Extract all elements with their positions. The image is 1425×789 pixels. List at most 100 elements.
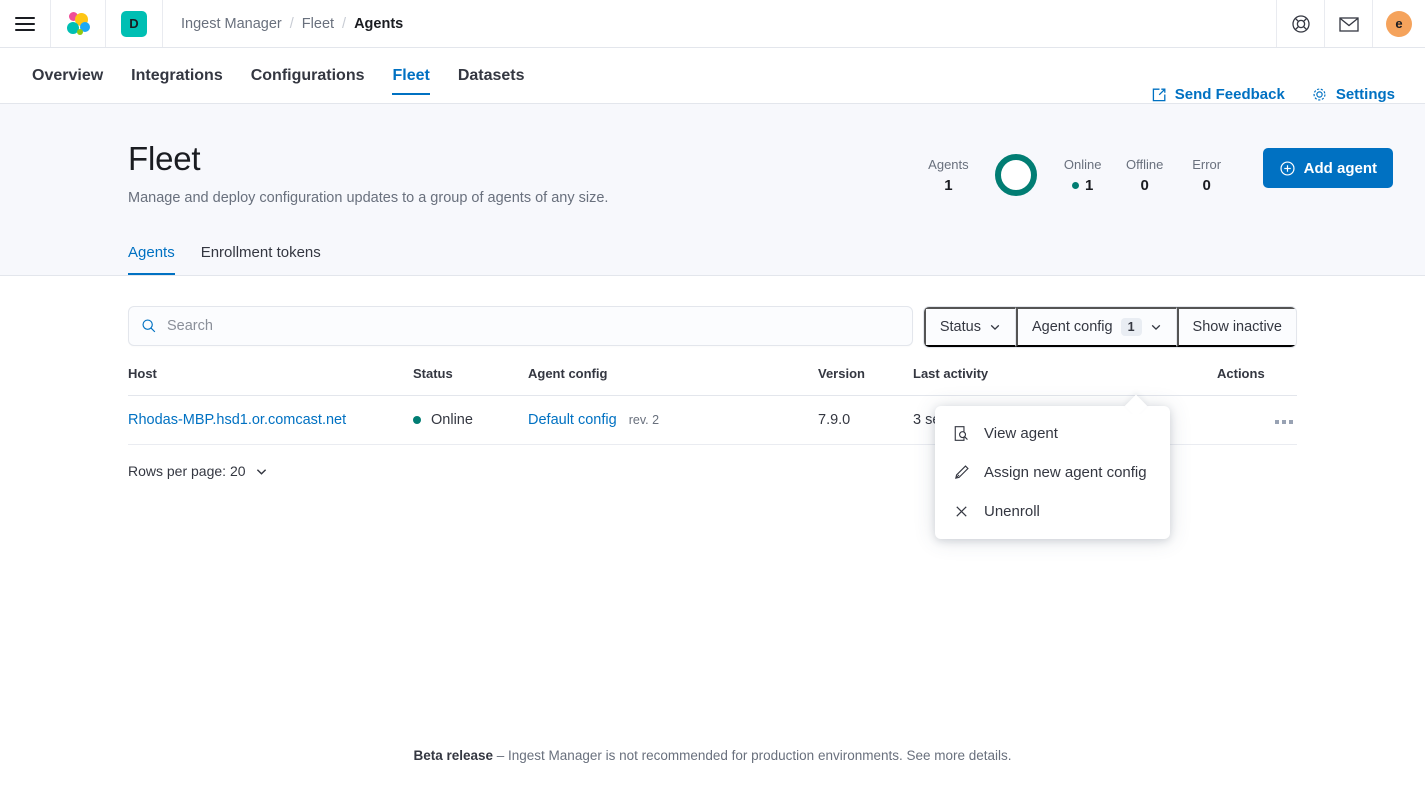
breadcrumb-item-fleet[interactable]: Fleet	[302, 16, 334, 32]
online-dot-icon	[1072, 182, 1079, 189]
page-subtabs: Agents Enrollment tokens	[32, 244, 1393, 275]
tab-integrations[interactable]: Integrations	[131, 48, 223, 103]
subtab-enrollment-tokens[interactable]: Enrollment tokens	[201, 244, 321, 275]
cell-version: 7.9.0	[818, 396, 913, 445]
chevron-down-icon	[255, 465, 268, 478]
menu-item-view-agent[interactable]: View agent	[935, 414, 1170, 453]
page-subtitle: Manage and deploy configuration updates …	[128, 190, 928, 206]
menu-item-label: Unenroll	[984, 503, 1040, 520]
page-header-top: Fleet Manage and deploy configuration up…	[32, 140, 1393, 206]
stat-offline-label: Offline	[1125, 157, 1165, 172]
cell-host: Rhodas-MBP.hsd1.or.comcast.net	[128, 396, 413, 445]
add-agent-button[interactable]: Add agent	[1263, 148, 1393, 188]
search-input[interactable]: Search	[128, 306, 913, 346]
stat-error-value: 0	[1187, 177, 1227, 194]
add-agent-label: Add agent	[1304, 160, 1377, 177]
mail-envelope-icon	[1339, 16, 1359, 32]
page-title: Fleet	[128, 140, 928, 178]
column-header-host[interactable]: Host	[128, 366, 413, 396]
tab-configurations[interactable]: Configurations	[251, 48, 365, 103]
row-actions-button[interactable]	[1271, 416, 1297, 428]
show-inactive-button[interactable]: Show inactive	[1177, 307, 1296, 347]
breadcrumb-separator: /	[342, 16, 346, 32]
stat-online-number: 1	[1085, 177, 1093, 194]
cell-actions	[1217, 396, 1297, 445]
stat-agents-label: Agents	[928, 157, 968, 172]
breadcrumb-item-ingest-manager[interactable]: Ingest Manager	[181, 16, 282, 32]
user-menu-button[interactable]: e	[1373, 0, 1425, 47]
three-dots-icon	[1275, 420, 1279, 424]
agent-config-link[interactable]: Default config	[528, 412, 617, 428]
tab-datasets[interactable]: Datasets	[458, 48, 525, 103]
filter-button-group: Status Agent config 1 Show inactive	[923, 306, 1297, 348]
agent-config-filter-label: Agent config	[1032, 319, 1113, 335]
table-header-row: Host Status Agent config Version Last ac…	[128, 366, 1297, 396]
column-header-last-activity[interactable]: Last activity	[913, 366, 1217, 396]
app-nav-tabs: Overview Integrations Configurations Fle…	[32, 48, 525, 103]
page-header: Fleet Manage and deploy configuration up…	[0, 104, 1425, 276]
settings-label: Settings	[1336, 86, 1395, 103]
menu-button[interactable]	[0, 0, 51, 47]
plus-circle-icon	[1279, 160, 1296, 177]
help-button[interactable]	[1277, 0, 1325, 47]
page-header-text: Fleet Manage and deploy configuration up…	[32, 140, 928, 206]
news-mail-button[interactable]	[1325, 0, 1373, 47]
status-filter-button[interactable]: Status	[924, 307, 1016, 347]
top-chrome-bar: D Ingest Manager / Fleet / Agents e	[0, 0, 1425, 48]
agent-status-donut-chart	[995, 154, 1037, 196]
agent-config-filter-button[interactable]: Agent config 1	[1016, 307, 1177, 347]
stat-error: Error 0	[1187, 157, 1227, 194]
menu-item-label: Assign new agent config	[984, 464, 1147, 481]
column-header-version[interactable]: Version	[818, 366, 913, 396]
agent-config-revision: rev. 2	[629, 413, 659, 427]
stat-error-label: Error	[1187, 157, 1227, 172]
search-placeholder: Search	[167, 318, 213, 334]
row-actions-popover: View agent Assign new agent config Unenr…	[935, 406, 1170, 539]
status-badge: Online	[413, 412, 528, 428]
external-link-icon	[1151, 87, 1167, 103]
help-lifesaver-icon	[1291, 14, 1311, 34]
status-filter-label: Status	[940, 319, 981, 335]
send-feedback-link[interactable]: Send Feedback	[1151, 86, 1285, 103]
stat-online-value: 1	[1063, 177, 1103, 194]
settings-link[interactable]: Settings	[1311, 86, 1395, 103]
agent-host-link[interactable]: Rhodas-MBP.hsd1.or.comcast.net	[128, 412, 346, 428]
send-feedback-label: Send Feedback	[1175, 86, 1285, 103]
subtab-agents[interactable]: Agents	[128, 244, 175, 275]
chevron-down-icon	[1150, 321, 1162, 333]
show-inactive-label: Show inactive	[1193, 319, 1282, 335]
menu-item-unenroll[interactable]: Unenroll	[935, 492, 1170, 531]
space-badge: D	[121, 11, 147, 37]
stat-agents-value: 1	[928, 177, 968, 194]
column-header-agent-config[interactable]: Agent config	[528, 366, 818, 396]
chevron-down-icon	[989, 321, 1001, 333]
elastic-logo-icon	[66, 12, 90, 36]
agent-stats: Agents 1 Online 1 Offline 0 Error 0	[928, 140, 1226, 196]
avatar: e	[1386, 11, 1412, 37]
beta-release-footer: Beta release – Ingest Manager is not rec…	[0, 748, 1425, 763]
agents-table-head: Host Status Agent config Version Last ac…	[128, 366, 1297, 396]
app-nav-actions: Send Feedback Settings	[1151, 86, 1395, 103]
cell-status: Online	[413, 396, 528, 445]
stat-offline: Offline 0	[1125, 157, 1165, 194]
tab-overview[interactable]: Overview	[32, 48, 103, 103]
three-dots-icon	[1282, 420, 1286, 424]
pencil-icon	[953, 464, 970, 481]
breadcrumb-item-agents[interactable]: Agents	[354, 16, 403, 32]
space-selector[interactable]: D	[106, 0, 163, 47]
hamburger-menu-icon	[15, 17, 35, 31]
breadcrumb: Ingest Manager / Fleet / Agents	[163, 0, 1277, 47]
tab-fleet[interactable]: Fleet	[392, 48, 429, 103]
status-label: Online	[431, 412, 473, 428]
cell-agent-config: Default config rev. 2	[528, 396, 818, 445]
agent-config-count-badge: 1	[1121, 318, 1142, 336]
breadcrumb-separator: /	[290, 16, 294, 32]
menu-item-label: View agent	[984, 425, 1058, 442]
column-header-actions: Actions	[1217, 366, 1297, 396]
menu-item-assign-new-agent-config[interactable]: Assign new agent config	[935, 453, 1170, 492]
gear-icon	[1311, 86, 1328, 103]
search-icon	[141, 318, 157, 334]
column-header-status[interactable]: Status	[413, 366, 528, 396]
elastic-home-button[interactable]	[51, 0, 106, 47]
app-navigation: Overview Integrations Configurations Fle…	[0, 48, 1425, 104]
